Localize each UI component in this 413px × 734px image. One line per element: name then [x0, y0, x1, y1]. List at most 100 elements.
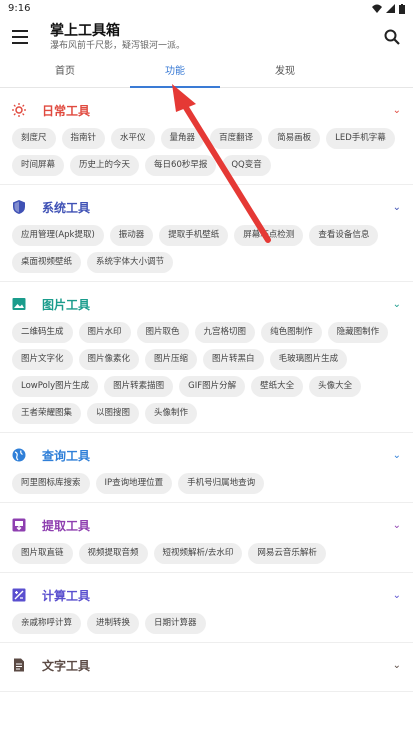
section-title: 图片工具 [42, 297, 91, 312]
tool-chip[interactable]: 网易云音乐解析 [248, 543, 326, 564]
section-7: 文字工具 ⌄ [0, 643, 413, 692]
section-4: 查询工具 ⌄ 阿里图标库搜索 IP查询地理位置 手机号归属地查询 [0, 433, 413, 503]
tool-chip[interactable]: 手机号归属地查询 [178, 473, 265, 494]
tool-chip[interactable]: 二维码生成 [12, 322, 73, 343]
doc-icon [12, 658, 26, 672]
app-title: 掌上工具箱 [50, 22, 120, 39]
tool-chip[interactable]: 图片压缩 [145, 349, 198, 370]
tool-chip[interactable]: 屏幕坏点检测 [234, 225, 304, 246]
section-header[interactable]: 系统工具 ⌄ [12, 197, 401, 217]
tool-chip[interactable]: 九宫格切图 [194, 322, 256, 343]
tool-chip[interactable]: 简易画板 [268, 128, 321, 149]
status-time: 9:16 [8, 3, 31, 14]
chevron-down-icon[interactable]: ⌄ [393, 660, 401, 671]
tool-chip-list: 图片取直链 视频提取音频 短视频解析/去水印 网易云音乐解析 [12, 543, 401, 564]
section-title: 日常工具 [42, 103, 91, 118]
tool-chip[interactable]: GIF图片分解 [179, 376, 246, 397]
tab-home[interactable]: 首页 [10, 57, 120, 87]
status-icons [372, 3, 405, 14]
signal-icon [386, 4, 395, 13]
tool-chip[interactable]: 头像大全 [309, 376, 362, 397]
app-subtitle: 瀑布风前千尺影，疑泻银河一派。 [50, 40, 186, 51]
chevron-down-icon[interactable]: ⌄ [393, 105, 401, 116]
tool-chip[interactable]: 量角器 [160, 128, 205, 149]
section-header[interactable]: 计算工具 ⌄ [12, 585, 401, 605]
tool-chip-list: 亲戚称呼计算 进制转换 日期计算器 [12, 613, 401, 634]
section-header[interactable]: 查询工具 ⌄ [12, 445, 401, 465]
tab-bar: 首页 功能 发现 [0, 57, 413, 88]
tool-chip[interactable]: 图片转素描图 [104, 376, 174, 397]
extract-icon [12, 518, 26, 532]
tool-chip-list: 二维码生成 图片水印 图片取色 九宫格切图 纯色图制作 隐藏图制作 图片文字化 图片像素化 图片… [12, 322, 401, 424]
tool-chip[interactable]: 振动器 [109, 225, 154, 246]
tool-chip[interactable]: 刻度尺 [12, 128, 56, 149]
section-title: 查询工具 [42, 448, 91, 463]
tool-chip[interactable]: 百度翻译 [210, 128, 263, 149]
tool-chip[interactable]: 头像制作 [145, 403, 198, 424]
section-header[interactable]: 文字工具 ⌄ [12, 655, 401, 675]
status-bar: 9:16 [0, 0, 413, 17]
tool-chip[interactable]: 查看设备信息 [309, 225, 379, 246]
chevron-down-icon[interactable]: ⌄ [393, 520, 401, 531]
section-6: 计算工具 ⌄ 亲戚称呼计算 进制转换 日期计算器 [0, 573, 413, 643]
tool-chip[interactable]: 视频提取音频 [78, 543, 148, 564]
tool-chip[interactable]: LowPoly图片生成 [12, 376, 99, 397]
tool-chip[interactable]: 阿里图标库搜索 [12, 473, 90, 494]
tool-chip[interactable]: 图片像素化 [78, 349, 140, 370]
tool-chip[interactable]: 图片转黑白 [203, 349, 264, 370]
tool-chip[interactable]: 每日60秒早报 [145, 155, 217, 176]
tool-chip[interactable]: 进制转换 [87, 613, 140, 634]
tool-chip[interactable]: 纯色图制作 [261, 322, 322, 343]
battery-icon [399, 3, 405, 14]
tool-chip[interactable]: 毛玻璃图片生成 [269, 349, 348, 370]
tool-chip[interactable]: 时间屏幕 [12, 155, 65, 176]
tool-chip[interactable]: 图片取直链 [12, 543, 73, 564]
tool-chip-list: 刻度尺 指南针 水平仪 量角器 百度翻译 简易画板 LED手机字幕时间屏幕 历史上的今天 每日6… [12, 128, 401, 176]
tool-chip[interactable]: 以图搜图 [87, 403, 140, 424]
tool-chip[interactable]: 亲戚称呼计算 [12, 613, 82, 634]
tool-chip[interactable]: IP查询地理位置 [95, 473, 173, 494]
tool-chip[interactable]: 壁纸大全 [251, 376, 304, 397]
menu-icon[interactable] [12, 30, 28, 44]
tool-chip[interactable]: 隐藏图制作 [327, 322, 389, 343]
tool-chip[interactable]: 指南针 [61, 128, 106, 149]
chevron-down-icon[interactable]: ⌄ [393, 299, 401, 310]
tool-chip[interactable]: 水平仪 [111, 128, 155, 149]
title-block: 掌上工具箱 瀑布风前千尺影，疑泻银河一派。 [50, 23, 383, 52]
calc-icon [12, 588, 26, 602]
section-title: 文字工具 [42, 658, 91, 673]
section-header[interactable]: 提取工具 ⌄ [12, 515, 401, 535]
tool-chip[interactable]: 系统字体大小调节 [87, 252, 174, 273]
section-title: 提取工具 [42, 518, 91, 533]
tool-chip[interactable]: 图片取色 [136, 322, 189, 343]
tool-chip[interactable]: QQ变音 [222, 155, 271, 176]
section-header[interactable]: 日常工具 ⌄ [12, 100, 401, 120]
chevron-down-icon[interactable]: ⌄ [393, 590, 401, 601]
tool-chip[interactable]: 图片水印 [78, 322, 131, 343]
tab-discover[interactable]: 发现 [230, 57, 340, 87]
section-header[interactable]: 图片工具 ⌄ [12, 294, 401, 314]
chevron-down-icon[interactable]: ⌄ [393, 450, 401, 461]
section-1: 日常工具 ⌄ 刻度尺 指南针 水平仪 量角器 百度翻译 简易画板 LED手机字幕时间屏幕 历史上的… [0, 88, 413, 185]
tool-chip[interactable]: 桌面视频壁纸 [12, 252, 82, 273]
chevron-down-icon[interactable]: ⌄ [393, 202, 401, 213]
tool-chip[interactable]: 日期计算器 [145, 613, 206, 634]
tool-chip[interactable]: 王者荣耀图集 [12, 403, 82, 424]
shield-icon [12, 200, 26, 214]
app-bar: 掌上工具箱 瀑布风前千尺影，疑泻银河一派。 [0, 17, 413, 57]
tool-chip[interactable]: 历史上的今天 [70, 155, 140, 176]
section-5: 提取工具 ⌄ 图片取直链 视频提取音频 短视频解析/去水印 网易云音乐解析 [0, 503, 413, 573]
tool-chip[interactable]: 应用管理(Apk提取) [12, 225, 104, 246]
tool-sections: 日常工具 ⌄ 刻度尺 指南针 水平仪 量角器 百度翻译 简易画板 LED手机字幕时间屏幕 历史上的… [0, 88, 413, 734]
search-icon[interactable] [383, 28, 401, 46]
tool-chip[interactable]: 图片文字化 [12, 349, 73, 370]
tool-chip[interactable]: LED手机字幕 [326, 128, 395, 149]
wifi-icon [372, 4, 382, 13]
tool-chip[interactable]: 短视频解析/去水印 [153, 543, 243, 564]
tool-chip[interactable]: 提取手机壁纸 [159, 225, 229, 246]
section-title: 计算工具 [42, 588, 91, 603]
section-2: 系统工具 ⌄ 应用管理(Apk提取) 振动器 提取手机壁纸 屏幕坏点检测 查看设备信息桌面视… [0, 185, 413, 282]
tab-functions[interactable]: 功能 [120, 57, 230, 88]
section-3: 图片工具 ⌄ 二维码生成 图片水印 图片取色 九宫格切图 纯色图制作 隐藏图制作 图片文字化 图片… [0, 282, 413, 433]
image-icon [12, 297, 26, 311]
